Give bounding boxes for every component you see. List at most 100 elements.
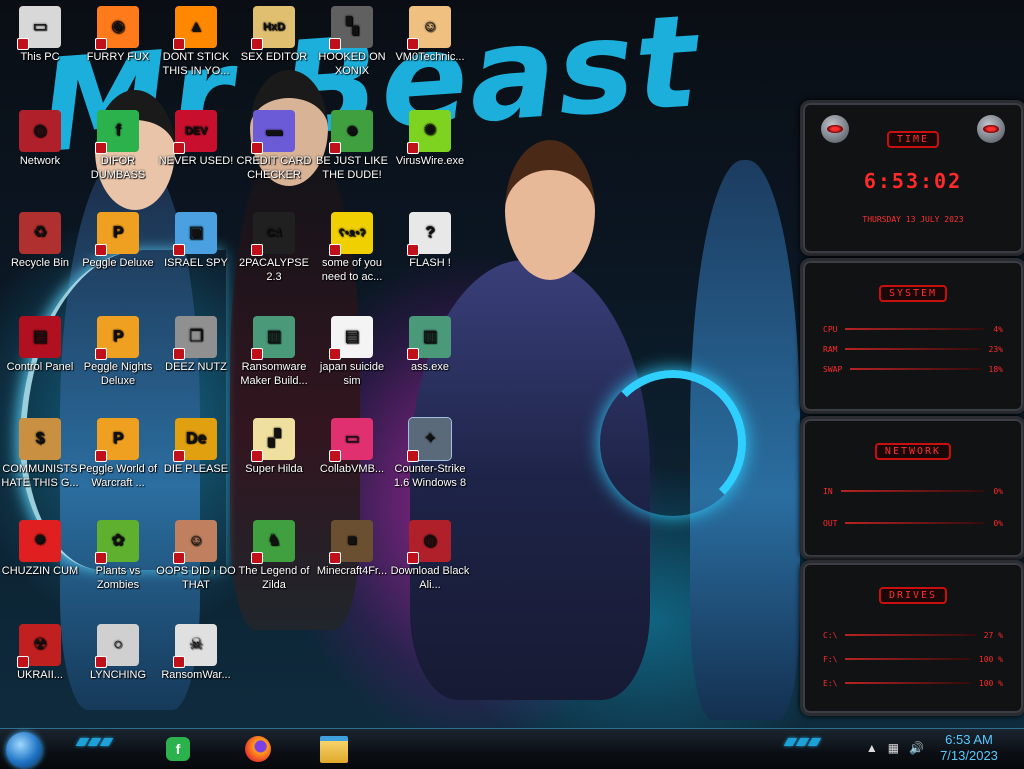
desktop-icon[interactable]: ʕ•ᴥ•ʔ some of you need to ac... — [312, 212, 392, 284]
desktop-icon[interactable]: f DIFOR DUMBASS — [78, 110, 158, 182]
desktop-icon[interactable]: ☢ UKRAII... — [0, 624, 80, 682]
desktop-icon[interactable]: ▤ japan suicide sim — [312, 316, 392, 388]
taskbar-firefox-button[interactable] — [238, 733, 278, 765]
shortcut-arrow-icon — [17, 38, 29, 50]
shortcut-arrow-icon — [329, 142, 341, 154]
desktop-icon[interactable]: HxD SEX EDITOR — [234, 6, 314, 64]
desktop-icon-label: DIFOR DUMBASS — [90, 155, 146, 181]
shortcut-arrow-icon — [173, 450, 185, 462]
desktop-icon[interactable]: ❐ DEEZ NUTZ — [156, 316, 236, 374]
drive-e-value: 100 % — [978, 679, 1003, 688]
shortcut-arrow-icon — [407, 142, 419, 154]
desktop-icon[interactable]: ? FLASH ! — [390, 212, 470, 270]
shortcut-arrow-icon — [251, 142, 263, 154]
desktop-icon[interactable]: P Peggle Deluxe — [78, 212, 158, 270]
desktop-icon[interactable]: P Peggle World of Warcraft ... — [78, 418, 158, 490]
desktop-icon[interactable]: ☺ VM0Technic... — [390, 6, 470, 64]
desktop-icon[interactable]: ▣ ISRAEL SPY — [156, 212, 236, 270]
shortcut-arrow-icon — [251, 38, 263, 50]
desktop-icon[interactable]: ✹ CHUZZIN CUM — [0, 520, 80, 578]
desktop-icon[interactable]: ♞ The Legend of Zilda — [234, 520, 314, 592]
clock-time: 6:53 AM — [945, 732, 993, 747]
desktop-icon[interactable]: ◍ Download Black Ali... — [390, 520, 470, 592]
show-hidden-icons-icon[interactable]: ▲ — [866, 741, 878, 755]
radiation-icon: ☢ — [17, 624, 61, 668]
desktop-icon[interactable]: ▞ Super Hilda — [234, 418, 314, 476]
desktop-icon[interactable]: De DIE PLEASE — [156, 418, 236, 476]
taskbar-file-explorer-button[interactable] — [314, 733, 354, 765]
flash-document-icon: ? — [407, 212, 451, 256]
shortcut-arrow-icon — [95, 38, 107, 50]
desktop-icon[interactable]: P Peggle Nights Deluxe — [78, 316, 158, 388]
desktop-icon-label: Download Black Ali... — [390, 565, 470, 591]
shortcut-arrow-icon — [173, 656, 185, 668]
desktop-icon-label: CollabVMB... — [319, 463, 385, 475]
desktop-icon[interactable]: ☠ RansomWar... — [156, 624, 236, 682]
desktop-icon-label: Peggle Nights Deluxe — [83, 361, 153, 387]
desktop-icon-label: Peggle World of Warcraft ... — [78, 463, 158, 489]
desktop-icon[interactable]: ☺ OOPS DID I DO THAT — [156, 520, 236, 592]
desktop-icon[interactable]: ◉ FURRY FUX — [78, 6, 158, 64]
shortcut-arrow-icon — [407, 244, 419, 256]
cpu-label: CPU — [823, 325, 838, 334]
desktop-icon-label: Minecraft4Fr... — [316, 565, 388, 577]
feedly-icon: f — [166, 737, 190, 761]
drive-c-value: 27 % — [983, 631, 1003, 640]
ram-row: RAM 23% — [823, 345, 1003, 354]
desktop-icon[interactable]: $ COMMUNISTS HATE THIS G... — [0, 418, 80, 490]
desktop-icon[interactable]: ▥ Ransomware Maker Build... — [234, 316, 314, 388]
taskbar-decoration-left — [75, 738, 114, 748]
desktop-icon[interactable]: ○ LYNCHING — [78, 624, 158, 682]
desktop-icon-label: VM0Technic... — [395, 51, 465, 63]
desktop-icon[interactable]: ▚ HOOKED ON XONIX — [312, 6, 392, 78]
recycle-bin-icon: ♻ — [19, 212, 61, 254]
portrait-icon: ☺ — [173, 520, 217, 564]
desktop-icon[interactable]: ✦ Counter-Strike 1.6 Windows 8 — [390, 417, 470, 490]
xonix-game-icon: ▚ — [329, 6, 373, 50]
desktop-icon-label: some of you need to ac... — [321, 257, 383, 283]
time-gadget: TIME 6:53:02 THURSDAY 13 JULY 2023 — [800, 100, 1024, 256]
desktop-icon[interactable]: ◍ Network — [0, 110, 80, 168]
network-tray-icon[interactable]: ▦ — [888, 741, 899, 755]
cpu-row: CPU 4% — [823, 325, 1003, 334]
minecraft-block-icon: ■ — [329, 520, 373, 564]
desktop-icon-label: Plants vs Zombies — [95, 565, 141, 591]
desktop-icon-label: CREDIT CARD CHECKER — [236, 155, 312, 181]
money-bag-icon: $ — [19, 418, 61, 460]
taskbar: f ▲ ▦ 🔊 6:53 AM 7/13/2023 — [0, 728, 1024, 769]
desktop-icon-label: ISRAEL SPY — [164, 257, 228, 269]
desktop-icon[interactable]: ■ Minecraft4Fr... — [312, 520, 392, 578]
taskbar-clock[interactable]: 6:53 AM 7/13/2023 — [924, 732, 1014, 764]
desktop-icon[interactable]: ▭ This PC — [0, 6, 80, 64]
desktop-icon-label: OOPS DID I DO THAT — [156, 565, 236, 591]
desktop-icon[interactable]: ▬ CREDIT CARD CHECKER — [234, 110, 314, 182]
drive-f-row: F:\ 100 % — [823, 655, 1003, 664]
wallpaper-head-center — [505, 140, 595, 280]
desktop-icon[interactable]: ✺ VirusWire.exe — [390, 110, 470, 168]
network-out-label: OUT — [823, 519, 838, 528]
desktop-icon[interactable]: ▲ DONT STICK THIS IN YO... — [156, 6, 236, 78]
desktop-icon[interactable]: ✿ Plants vs Zombies — [78, 520, 158, 592]
network-out-row: OUT 0% — [823, 519, 1003, 528]
network-gadget: NETWORK IN 0% OUT 0% — [800, 416, 1024, 560]
shortcut-arrow-icon — [95, 552, 107, 564]
desktop-icon[interactable]: ☻ BE JUST LIKE THE DUDE! — [312, 110, 392, 182]
swap-label: SWAP — [823, 365, 843, 374]
start-button[interactable] — [6, 732, 42, 768]
shortcut-arrow-icon — [95, 450, 107, 462]
desktop-icon[interactable]: ▭ CollabVMB... — [312, 418, 392, 476]
shortcut-arrow-icon — [329, 38, 341, 50]
desktop-icon[interactable]: ▤ Control Panel — [0, 316, 80, 374]
desktop-icon[interactable]: DEV NEVER USED! — [156, 110, 236, 168]
desktop-icon-label: This PC — [20, 51, 60, 63]
desktop-icon[interactable]: ♻ Recycle Bin — [0, 212, 80, 270]
terminal-icon: C:\ — [251, 212, 295, 256]
desktop-icon-label: RansomWar... — [161, 669, 231, 681]
shortcut-arrow-icon — [407, 348, 419, 360]
volume-icon[interactable]: 🔊 — [909, 741, 924, 755]
desktop-icon[interactable]: C:\ 2PACALYPSE 2.3 — [234, 212, 314, 284]
desktop-icon[interactable]: ▥ ass.exe — [390, 316, 470, 374]
desktop-icon-label: Counter-Strike 1.6 Windows 8 — [393, 463, 467, 489]
taskbar-feedly-button[interactable]: f — [158, 733, 198, 765]
desktop-icon-label: Ransomware Maker Build... — [240, 361, 308, 387]
